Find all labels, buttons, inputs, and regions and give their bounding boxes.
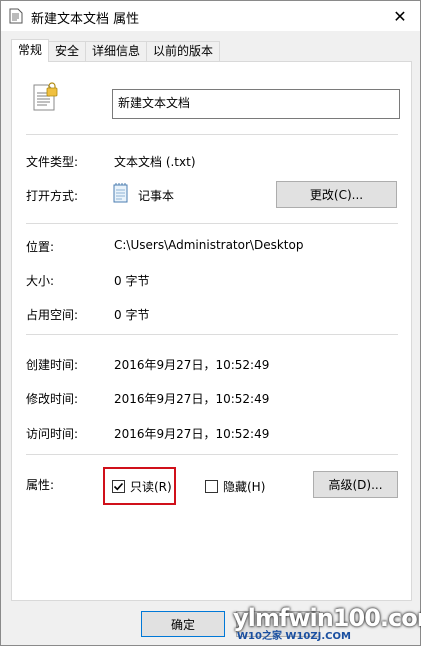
created-value: 2016年9月27日，10:52:49	[114, 358, 270, 372]
modified-label: 修改时间:	[26, 392, 79, 406]
tab-general[interactable]: 常规	[11, 39, 50, 62]
notepad-icon	[113, 183, 128, 203]
watermark-line1: ylmfwin100.com	[233, 604, 421, 632]
divider	[26, 134, 398, 135]
hidden-label: 隐藏(H)	[223, 480, 266, 494]
opens-with-label: 打开方式:	[26, 189, 79, 203]
file-type-value: 文本文档 (.txt)	[114, 155, 196, 169]
close-button[interactable]: ✕	[380, 1, 420, 31]
file-name-input[interactable]: 新建文本文档	[112, 89, 400, 119]
change-button[interactable]: 更改(C)...	[276, 181, 397, 208]
watermark-line2: W10之家 W10ZJ.COM	[237, 631, 351, 642]
divider	[26, 454, 398, 455]
size-on-disk-value: 0 字节	[114, 308, 150, 322]
tab-strip: 常规 安全 详细信息 以前的版本	[11, 39, 221, 62]
modified-value: 2016年9月27日，10:52:49	[114, 392, 270, 406]
accessed-value: 2016年9月27日，10:52:49	[114, 427, 270, 441]
divider	[26, 334, 398, 335]
opens-with-value: 记事本	[138, 189, 175, 203]
checkbox-empty-icon	[205, 480, 218, 493]
file-type-label: 文件类型:	[26, 155, 79, 169]
hidden-checkbox[interactable]: 隐藏(H)	[205, 478, 265, 495]
created-label: 创建时间:	[26, 358, 79, 372]
window-title: 新建文本文档 属性	[31, 12, 140, 27]
tab-details[interactable]: 详细信息	[85, 41, 148, 62]
close-icon: ✕	[393, 6, 407, 26]
properties-window: 新建文本文档 属性 ✕ 常规 安全 详细信息 以前的版本 新建文本文档 文件类型…	[0, 0, 421, 646]
advanced-button[interactable]: 高级(D)...	[313, 471, 398, 498]
tab-previous-versions[interactable]: 以前的版本	[146, 41, 221, 62]
watermark-logo: ylmfwin100.com W10之家 W10ZJ.COM	[233, 604, 421, 645]
text-file-icon	[9, 8, 23, 24]
title-bar[interactable]: 新建文本文档 属性 ✕	[1, 1, 420, 31]
text-file-lock-icon	[33, 82, 58, 111]
location-label: 位置:	[26, 240, 55, 254]
tab-security[interactable]: 安全	[48, 41, 87, 62]
accessed-label: 访问时间:	[26, 427, 79, 441]
attributes-label: 属性:	[26, 478, 55, 492]
location-value: C:\Users\Administrator\Desktop	[114, 238, 304, 252]
size-on-disk-label: 占用空间:	[26, 308, 79, 322]
readonly-highlight-box	[103, 467, 176, 505]
size-label: 大小:	[26, 274, 55, 288]
general-panel: 新建文本文档 文件类型: 文本文档 (.txt) 打开方式: 记事本 更改(C)…	[11, 61, 412, 601]
ok-button[interactable]: 确定	[141, 611, 225, 637]
divider	[26, 223, 398, 224]
size-value: 0 字节	[114, 274, 150, 288]
